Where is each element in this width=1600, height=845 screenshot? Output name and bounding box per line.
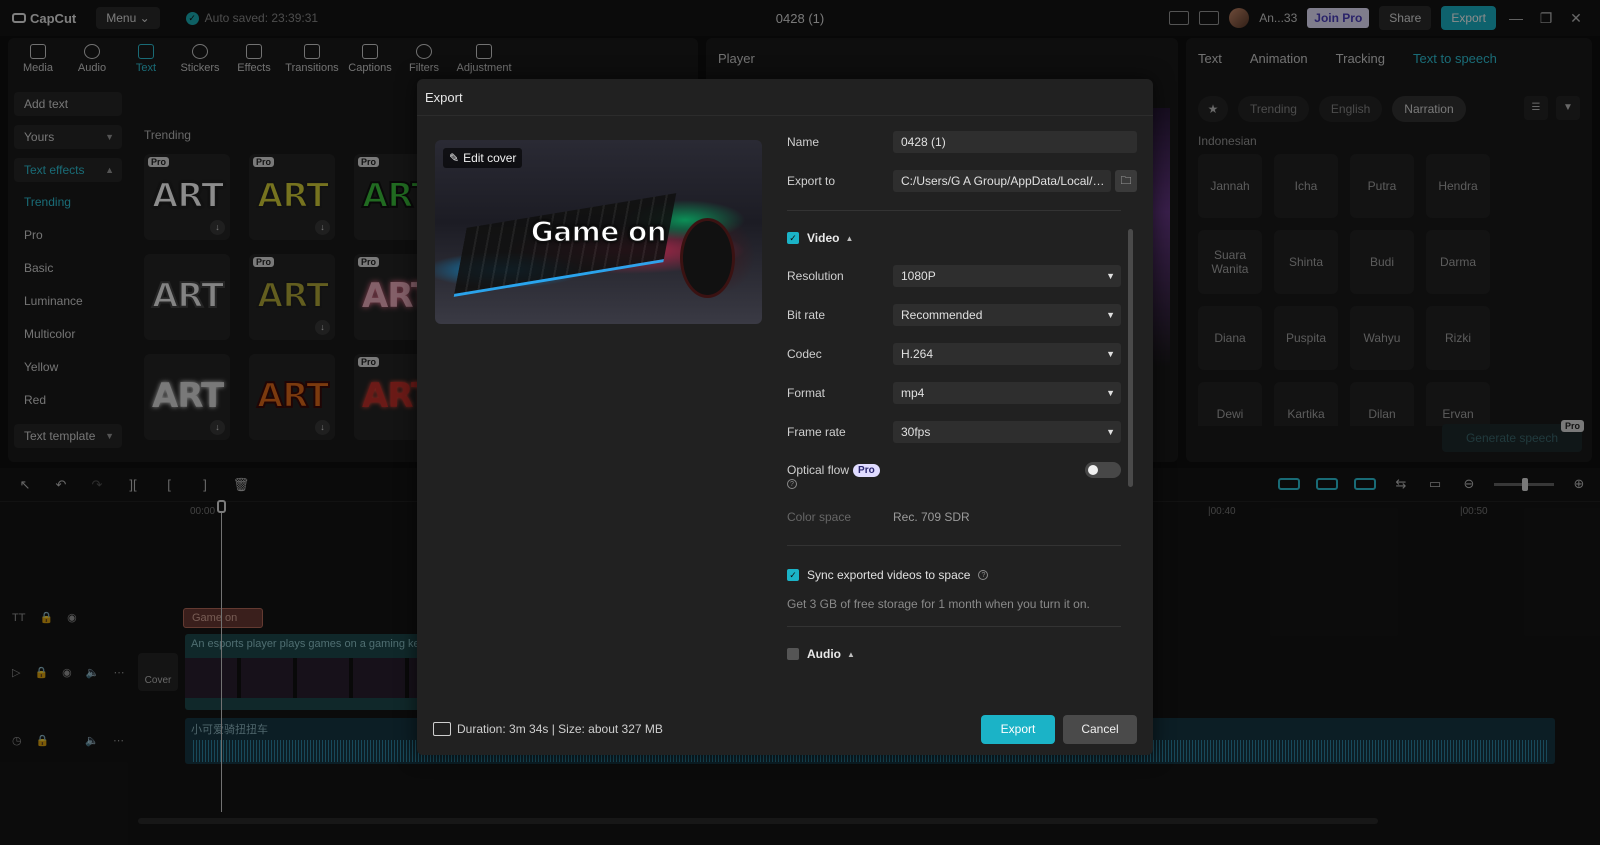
- export-path-input[interactable]: C:/Users/G A Group/AppData/Local/C...: [893, 170, 1111, 192]
- pencil-icon: ✎: [449, 151, 460, 165]
- export-dialog: Export Game on ✎ Edit cover Name 0428 (1)…: [417, 79, 1153, 755]
- codec-select[interactable]: H.264 ▼: [893, 343, 1121, 365]
- sync-label: Sync exported videos to space: [807, 568, 971, 582]
- chevron-down-icon: ▼: [1106, 388, 1115, 398]
- resolution-select[interactable]: 1080P ▼: [893, 265, 1121, 287]
- format-select[interactable]: mp4 ▼: [893, 382, 1121, 404]
- codec-value: H.264: [901, 347, 934, 361]
- audio-section-title: Audio: [807, 647, 841, 661]
- optical-flow-row: Optical flow Pro: [787, 459, 1137, 481]
- audio-section-header: Audio ▲: [787, 647, 1137, 661]
- optical-flow-toggle[interactable]: [1085, 462, 1121, 478]
- dialog-title: Export: [425, 90, 463, 105]
- export-summary: Duration: 3m 34s | Size: about 327 MB: [433, 722, 663, 736]
- resolution-value: 1080P: [901, 269, 936, 283]
- divider: [787, 626, 1121, 627]
- audio-checkbox[interactable]: [787, 648, 799, 660]
- divider: [787, 545, 1121, 546]
- chevron-up-icon[interactable]: ▲: [847, 650, 855, 659]
- colorspace-label: Color space: [787, 510, 852, 524]
- help-icon[interactable]: ?: [978, 570, 989, 580]
- optical-flow-help: ?: [787, 479, 1137, 489]
- sync-hint: Get 3 GB of free storage for 1 month whe…: [787, 597, 1090, 611]
- chevron-down-icon: ▼: [1106, 271, 1115, 281]
- name-label: Name: [787, 135, 820, 149]
- export-button[interactable]: Export: [981, 715, 1055, 744]
- help-icon[interactable]: ?: [787, 479, 797, 489]
- chevron-up-icon[interactable]: ▲: [845, 234, 853, 243]
- framerate-select[interactable]: 30fps ▼: [893, 421, 1121, 443]
- bitrate-value: Recommended: [901, 308, 983, 322]
- chevron-down-icon: ▼: [1106, 427, 1115, 437]
- pro-badge: Pro: [853, 463, 880, 477]
- cover-title-text: Game on: [530, 214, 667, 249]
- format-row: Format mp4 ▼: [787, 382, 1137, 404]
- settings-scrollbar[interactable]: [1128, 229, 1133, 487]
- resolution-label: Resolution: [787, 269, 844, 283]
- sync-checkbox[interactable]: ✓: [787, 569, 799, 581]
- video-checkbox[interactable]: ✓: [787, 232, 799, 244]
- format-value: mp4: [901, 386, 925, 400]
- film-icon: [433, 722, 451, 736]
- divider: [417, 115, 1153, 116]
- divider: [787, 210, 1121, 211]
- codec-label: Codec: [787, 347, 822, 361]
- colorspace-row: Color space Rec. 709 SDR: [787, 510, 1137, 524]
- edit-cover-button[interactable]: ✎ Edit cover: [443, 148, 523, 168]
- bitrate-select[interactable]: Recommended ▼: [893, 304, 1121, 326]
- framerate-value: 30fps: [901, 425, 931, 439]
- capcut-window: CapCut Menu ⌄ ✓ Auto saved: 23:39:31 0428…: [0, 0, 1600, 845]
- name-row: Name 0428 (1): [787, 131, 1137, 153]
- export-to-label: Export to: [787, 174, 836, 188]
- framerate-label: Frame rate: [787, 425, 846, 439]
- duration-size-text: Duration: 3m 34s | Size: about 327 MB: [457, 722, 663, 736]
- export-to-row: Export to C:/Users/G A Group/AppData/Loc…: [787, 170, 1137, 192]
- bitrate-label: Bit rate: [787, 308, 826, 322]
- toggle-knob: [1088, 465, 1098, 475]
- video-section-title: Video: [807, 231, 840, 245]
- sync-hint-row: Get 3 GB of free storage for 1 month whe…: [787, 597, 1137, 611]
- bitrate-row: Bit rate Recommended ▼: [787, 304, 1137, 326]
- colorspace-value: Rec. 709 SDR: [893, 510, 970, 524]
- codec-row: Codec H.264 ▼: [787, 343, 1137, 365]
- sync-row: ✓ Sync exported videos to space ?: [787, 568, 1137, 582]
- cancel-button[interactable]: Cancel: [1063, 715, 1137, 744]
- resolution-row: Resolution 1080P ▼: [787, 265, 1137, 287]
- optical-flow-label: Optical flow: [787, 463, 850, 477]
- chevron-down-icon: ▼: [1106, 310, 1115, 320]
- format-label: Format: [787, 386, 826, 400]
- edit-cover-label: Edit cover: [463, 151, 517, 165]
- optical-flow-label-group: Optical flow Pro: [787, 463, 880, 477]
- cover-preview[interactable]: Game on ✎ Edit cover: [435, 140, 762, 324]
- name-input[interactable]: 0428 (1): [893, 131, 1137, 153]
- chevron-down-icon: ▼: [1106, 349, 1115, 359]
- folder-icon[interactable]: 🗀: [1115, 170, 1137, 192]
- framerate-row: Frame rate 30fps ▼: [787, 421, 1137, 443]
- video-section-header: ✓ Video ▲: [787, 231, 1137, 245]
